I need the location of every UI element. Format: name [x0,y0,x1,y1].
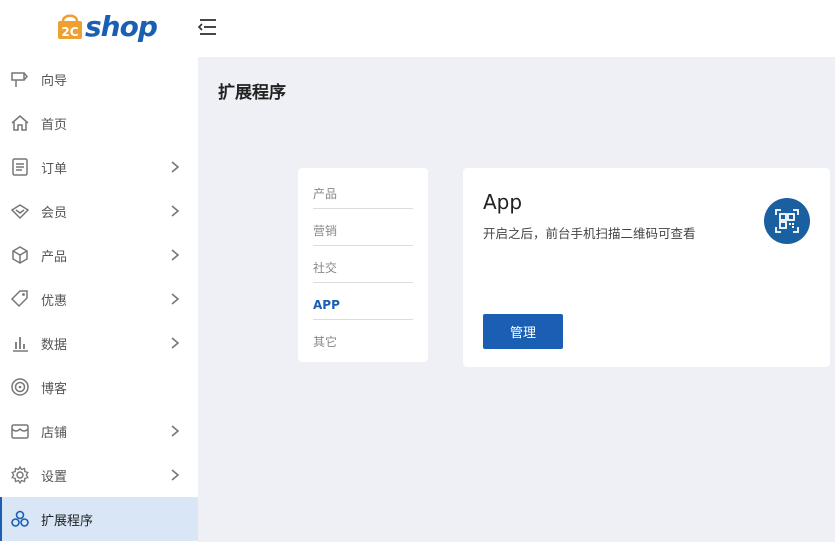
shopping-bag-logo-icon: 2C [58,14,82,39]
extension-name: App [483,190,523,214]
sidebar-item-products[interactable]: 产品 [0,233,198,277]
chevron-right-icon [171,205,180,217]
qr-scan-icon [764,198,810,244]
target-icon [11,378,29,396]
sidebar-item-label: 扩展程序 [41,513,94,529]
chevron-right-icon [171,425,180,437]
page-title: 扩展程序 [218,83,286,103]
chevron-right-icon [171,469,180,481]
cube-icon [12,246,28,264]
chevron-right-icon [171,293,180,305]
sidebar-item-orders[interactable]: 订单 [0,145,198,189]
sidebar-item-label: 首页 [41,117,68,133]
sidebar-item-members[interactable]: 会员 [0,189,198,233]
sidebar-item-label: 数据 [41,337,68,353]
signpost-icon [11,72,28,87]
top-bar: 2C shop [0,0,835,57]
diamond-icon [10,204,30,220]
sidebar-item-label: 会员 [41,205,68,221]
category-list: 产品 营销 社交 APP 其它 [298,168,428,362]
home-icon [11,115,29,131]
sidebar-item-settings[interactable]: 设置 [0,453,198,497]
logo[interactable]: 2C shop [56,6,158,46]
sidebar-item-label: 向导 [41,73,68,89]
store-icon [11,424,29,439]
logo-wordmark: shop [85,9,158,43]
manage-button[interactable]: 管理 [483,314,563,349]
category-item-marketing[interactable]: 营销 [313,209,413,246]
sidebar-item-label: 订单 [41,161,68,177]
sidebar-item-label: 店铺 [41,425,68,441]
tag-icon [10,290,28,308]
extensions-icon [11,510,29,527]
sidebar-item-label: 博客 [41,381,68,397]
category-item-products[interactable]: 产品 [313,172,413,209]
sidebar-item-data[interactable]: 数据 [0,321,198,365]
sidebar: 向导 首页 订单 会员 产品 优惠 数据 博客 店铺 设置 扩展程序 [0,57,198,542]
sidebar-item-home[interactable]: 首页 [0,101,198,145]
sidebar-item-blog[interactable]: 博客 [0,365,198,409]
chevron-right-icon [171,249,180,261]
gear-icon [11,465,29,485]
logo-mark-text: 2C [61,25,78,39]
category-item-other[interactable]: 其它 [313,320,413,357]
category-item-app[interactable]: APP [313,283,413,320]
sidebar-item-label: 设置 [41,469,68,485]
collapse-sidebar-icon[interactable] [196,16,218,38]
sidebar-item-label: 优惠 [41,293,68,309]
sidebar-item-label: 产品 [41,249,68,265]
extension-description: 开启之后，前台手机扫描二维码可查看 [483,226,696,241]
sidebar-item-guide[interactable]: 向导 [0,57,198,101]
extension-card: App 开启之后，前台手机扫描二维码可查看 管理 [463,168,830,367]
chevron-right-icon [171,161,180,173]
chevron-right-icon [171,337,180,349]
clipboard-icon [12,158,28,176]
sidebar-item-extensions[interactable]: 扩展程序 [0,497,198,541]
sidebar-item-promotions[interactable]: 优惠 [0,277,198,321]
category-item-social[interactable]: 社交 [313,246,413,283]
bar-chart-icon [13,337,28,352]
sidebar-item-store[interactable]: 店铺 [0,409,198,453]
